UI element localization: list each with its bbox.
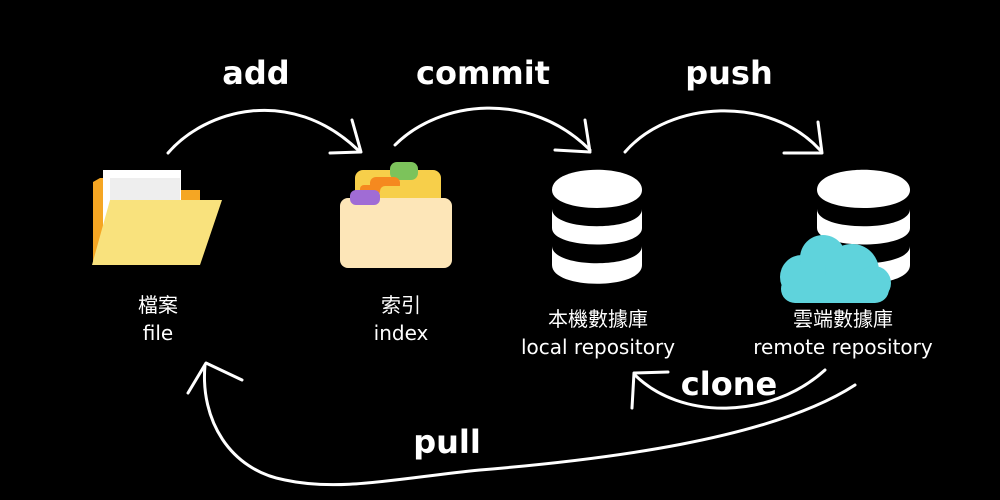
folder-icon: [92, 170, 222, 265]
remote-repository-label-en: remote repository: [753, 335, 933, 359]
index-label-zh: 索引: [381, 293, 421, 317]
commit-arrow: [393, 106, 592, 152]
pull-arrowhead: [186, 361, 244, 395]
local-repository-label-zh: 本機數據庫: [548, 307, 648, 331]
cloud-icon: [780, 235, 891, 303]
add-label: add: [222, 54, 290, 92]
local-database-icon: [552, 169, 642, 284]
remote-repository-label: 雲端數據庫 remote repository: [753, 305, 932, 361]
git-workflow-diagram: add commit push clone pull 檔案 file 索引 in…: [0, 0, 1000, 500]
add-arrow: [166, 108, 360, 155]
index-label: 索引 index: [374, 291, 429, 347]
local-repository-label: 本機數據庫 local repository: [521, 305, 675, 361]
file-label-en: file: [142, 321, 174, 345]
remote-repository-label-zh: 雲端數據庫: [792, 307, 893, 331]
file-label-zh: 檔案: [138, 293, 178, 317]
clone-label: clone: [680, 365, 778, 403]
index-label-en: index: [373, 321, 429, 345]
push-arrow: [623, 109, 822, 154]
file-label: 檔案 file: [138, 291, 178, 347]
push-label: push: [685, 54, 773, 92]
pull-label: pull: [413, 423, 481, 461]
index-box-icon: [340, 162, 452, 268]
commit-label: commit: [416, 54, 550, 92]
local-repository-label-en: local repository: [520, 335, 676, 359]
